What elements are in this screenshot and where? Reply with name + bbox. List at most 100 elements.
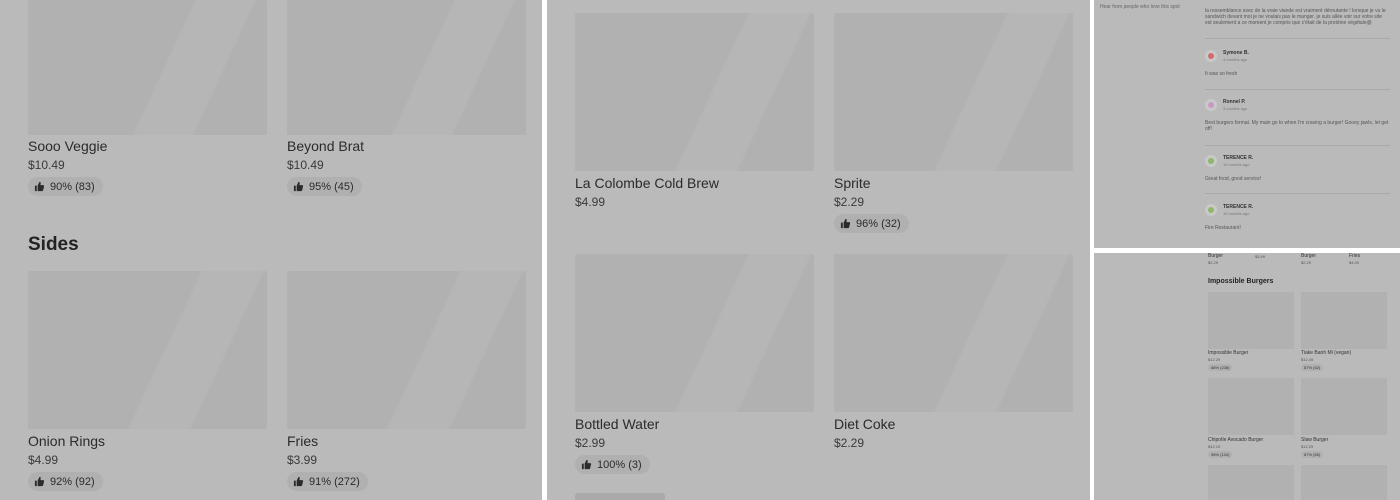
rating-text: 90% (83) (50, 180, 95, 193)
avatar-dot (1208, 102, 1214, 108)
rating-badge: 91% (272) (287, 472, 368, 491)
reviewer-name: TERENCE R. (1223, 155, 1254, 161)
rating-text: 96% (32) (856, 217, 901, 230)
avatar-dot (1208, 158, 1214, 164)
rating-text: 87% (55) (1304, 452, 1321, 457)
reviewer-name: Ronnel P. (1223, 99, 1246, 105)
item-price: $2.29 (834, 436, 865, 450)
rating-badge: 88% (238) (1208, 364, 1233, 371)
rating-text: 100% (3) (597, 458, 642, 471)
reviews-panel: Hear from people who love this spot la r… (1094, 0, 1400, 248)
item-price: $12.49 (1301, 357, 1314, 362)
item-image[interactable] (1208, 292, 1294, 349)
item-image[interactable] (834, 254, 1073, 412)
item-price: $2.29 (1208, 260, 1219, 265)
rating-badge: 98% (134) (1208, 451, 1233, 458)
thumbs-up-icon (34, 476, 45, 487)
thumbs-up-icon (581, 459, 592, 470)
item-name[interactable]: Burger (1208, 253, 1223, 259)
item-name[interactable]: Fries (287, 433, 318, 449)
item-image[interactable] (575, 254, 814, 412)
item-name[interactable]: Bottled Water (575, 416, 659, 432)
item-price: $4.99 (1349, 260, 1360, 265)
review-time: 3 months ago (1223, 106, 1248, 111)
reviewer-name: Symone B. (1223, 50, 1249, 56)
divider (1205, 193, 1390, 194)
item-image[interactable] (1208, 378, 1294, 435)
item-image[interactable] (1301, 378, 1387, 435)
rating-badge: 95% (45) (287, 177, 362, 196)
rating-text: 91% (272) (309, 475, 360, 488)
item-price: $3.99 (287, 453, 318, 467)
item-name[interactable]: Onion Rings (28, 433, 105, 449)
rating-text: 87% (52) (1304, 365, 1321, 370)
avatar-dot (1208, 53, 1214, 59)
rating-text: 92% (92) (50, 475, 95, 488)
partial-section-title (575, 493, 665, 500)
menu-panel-mains: Sooo Veggie Beyond Brat $10.49 $10.49 90… (0, 0, 542, 500)
section-title: Impossible Burgers (1208, 278, 1274, 285)
rating-badge: 100% (3) (575, 455, 650, 474)
item-image[interactable] (575, 13, 814, 171)
thumbs-up-icon (840, 218, 851, 229)
item-name[interactable]: Diet Coke (834, 416, 895, 432)
item-price: $2.29 (834, 195, 865, 209)
reviewer-name: TERENCE R. (1223, 204, 1254, 210)
rating-text: 95% (45) (309, 180, 354, 193)
thumbs-up-icon (293, 476, 304, 487)
item-price: $12.29 (1208, 357, 1221, 362)
avatar-dot (1208, 207, 1214, 213)
item-image[interactable] (287, 271, 526, 429)
item-price: $2.29 (1301, 260, 1312, 265)
thumbs-up-icon (34, 181, 45, 192)
item-name[interactable]: Sooo Veggie (28, 138, 107, 154)
item-price: $10.49 (287, 158, 324, 172)
divider (1205, 145, 1390, 146)
review-text: la ressemblance avec de la vraie viande … (1205, 8, 1386, 26)
rating-text: 88% (238) (1211, 365, 1230, 370)
item-name[interactable]: Fries (1349, 253, 1360, 259)
section-title-sides: Sides (28, 234, 79, 255)
rating-badge: 96% (32) (834, 214, 909, 233)
divider (1205, 38, 1390, 39)
avatar (1205, 50, 1217, 62)
item-image[interactable] (1208, 465, 1294, 500)
review-time: 4 months ago (1223, 57, 1248, 62)
avatar (1205, 204, 1217, 216)
item-name[interactable]: La Colombe Cold Brew (575, 175, 719, 191)
avatar (1205, 99, 1217, 111)
review-text: It was so fresh (1205, 71, 1238, 77)
item-image[interactable] (287, 0, 526, 135)
item-name[interactable]: Beyond Brat (287, 138, 364, 154)
item-name[interactable]: Chipotle Avocado Burger (1208, 437, 1263, 443)
item-price: $12.29 (1301, 444, 1314, 449)
rating-badge: 87% (52) (1301, 364, 1324, 371)
item-image[interactable] (28, 0, 267, 135)
avatar (1205, 155, 1217, 167)
item-image[interactable] (1301, 292, 1387, 349)
item-price: $3.99 (1255, 254, 1266, 259)
divider (1205, 89, 1390, 90)
thumbs-up-icon (293, 181, 304, 192)
item-name[interactable]: Tiake Banh Mi (vegan) (1301, 350, 1351, 356)
reviews-heading: Hear from people who love this spot (1100, 4, 1180, 10)
item-price: $12.19 (1208, 444, 1221, 449)
review-text: Fire Restaurant! (1205, 225, 1241, 231)
item-price: $4.99 (575, 195, 606, 209)
item-image[interactable] (1301, 465, 1387, 500)
review-text: Great food, good service! (1205, 176, 1262, 182)
item-name[interactable]: Slaw Burger (1301, 437, 1328, 443)
item-price: $2.99 (575, 436, 606, 450)
item-image[interactable] (28, 271, 267, 429)
item-name[interactable]: Impossible Burger (1208, 350, 1248, 356)
item-price: $10.49 (28, 158, 65, 172)
rating-badge: 90% (83) (28, 177, 103, 196)
item-name[interactable]: Sprite (834, 175, 871, 191)
rating-text: 98% (134) (1211, 452, 1230, 457)
review-time: 10 months ago (1223, 162, 1250, 167)
item-image[interactable] (834, 13, 1073, 171)
review-text: Best burgers format. My main go to when … (1205, 120, 1389, 132)
mini-menu-panel: Burger $2.29 $3.99 Burger $2.29 Fries $4… (1094, 253, 1400, 500)
item-name[interactable]: Burger (1301, 253, 1316, 259)
review-time: 10 months ago (1223, 211, 1250, 216)
